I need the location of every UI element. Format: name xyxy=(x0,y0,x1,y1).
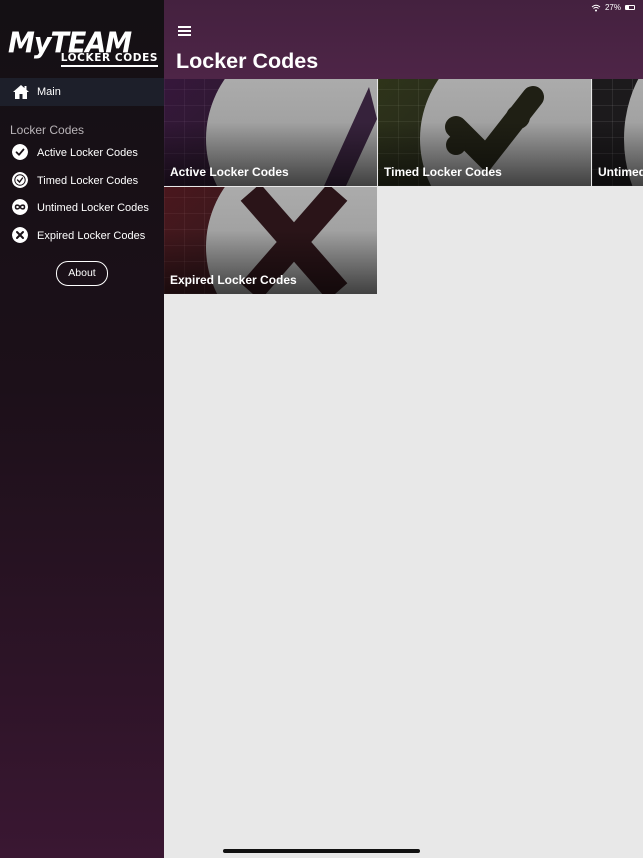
page-title: Locker Codes xyxy=(176,49,319,73)
home-icon xyxy=(13,85,29,99)
check-circle-icon xyxy=(12,144,28,160)
clock-icon xyxy=(12,172,28,188)
section-title: Locker Codes xyxy=(10,123,85,137)
x-circle-icon xyxy=(12,227,28,243)
sidebar-item-timed[interactable]: Timed Locker Codes xyxy=(0,170,164,192)
sidebar-item-label: Active Locker Codes xyxy=(37,147,138,159)
app-logo: MyTEAM LOCKER CODES xyxy=(8,29,158,67)
home-indicator xyxy=(223,849,420,853)
about-button[interactable]: About xyxy=(56,261,108,286)
sidebar-item-expired[interactable]: Expired Locker Codes xyxy=(0,225,164,247)
tile-label: Timed Locker Codes xyxy=(384,165,502,179)
sidebar-item-label: Expired Locker Codes xyxy=(37,230,146,242)
header: 27% Locker Codes xyxy=(164,0,643,79)
sidebar-item-untimed[interactable]: Untimed Locker Codes xyxy=(0,197,164,219)
tile-label: Untimed Locker Codes xyxy=(598,165,643,179)
tile-active-locker-codes[interactable]: Active Locker Codes xyxy=(164,79,377,186)
battery-icon xyxy=(625,5,635,10)
sidebar: MyTEAM LOCKER CODES Main Locker Codes Ac… xyxy=(0,0,164,858)
wifi-icon xyxy=(591,4,601,11)
battery-percent: 27% xyxy=(604,3,621,12)
menu-icon[interactable] xyxy=(178,26,191,36)
main-content: 27% Locker Codes Active Locker Codes Tim… xyxy=(164,0,643,858)
sidebar-item-label: Timed Locker Codes xyxy=(37,175,139,187)
sidebar-item-label: Untimed Locker Codes xyxy=(37,202,149,214)
logo-sub-text: LOCKER CODES xyxy=(60,52,158,67)
sidebar-item-active[interactable]: Active Locker Codes xyxy=(0,142,164,164)
sidebar-item-main[interactable]: Main xyxy=(0,78,164,106)
tile-label: Expired Locker Codes xyxy=(170,273,297,287)
sidebar-item-label: Main xyxy=(37,86,61,98)
tile-timed-locker-codes[interactable]: Timed Locker Codes xyxy=(378,79,591,186)
tile-expired-locker-codes[interactable]: Expired Locker Codes xyxy=(164,187,377,294)
tile-label: Active Locker Codes xyxy=(170,165,289,179)
infinity-icon xyxy=(12,199,28,215)
status-bar: 27% xyxy=(591,3,635,12)
tile-untimed-locker-codes[interactable]: Untimed Locker Codes xyxy=(592,79,643,186)
